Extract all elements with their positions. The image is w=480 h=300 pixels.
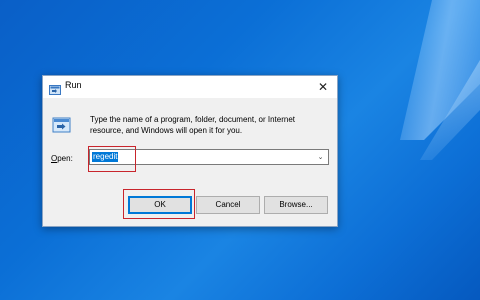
chevron-down-icon[interactable]: ⌄ bbox=[316, 152, 325, 162]
open-label-text: pen: bbox=[57, 154, 73, 163]
window-title: Run bbox=[65, 80, 82, 90]
title-bar: Run ✕ bbox=[43, 76, 337, 98]
highlight-open-input bbox=[88, 146, 136, 172]
open-label: Open: bbox=[51, 154, 73, 163]
run-description: Type the name of a program, folder, docu… bbox=[90, 115, 296, 135]
run-program-icon bbox=[52, 116, 72, 134]
cancel-button[interactable]: Cancel bbox=[196, 196, 260, 214]
highlight-ok-button bbox=[123, 189, 195, 219]
browse-button[interactable]: Browse... bbox=[264, 196, 328, 214]
close-button[interactable]: ✕ bbox=[313, 78, 333, 96]
run-icon bbox=[49, 82, 61, 95]
